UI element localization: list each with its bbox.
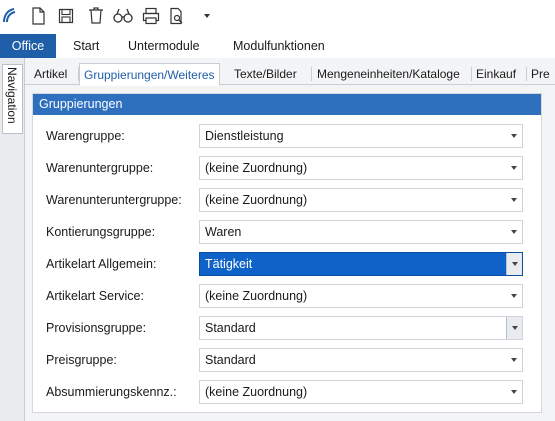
warenuntergruppe-value: (keine Zuordnung)	[205, 161, 308, 175]
tab-einkauf[interactable]: Einkauf	[472, 63, 520, 85]
kontierungsgruppe-value: Waren	[205, 225, 242, 239]
provisionsgruppe-value: Standard	[205, 321, 256, 335]
print-preview-icon[interactable]	[167, 6, 187, 26]
warenunteruntergruppe-select[interactable]: (keine Zuordnung)	[199, 188, 523, 212]
kontierungsgruppe-label: Kontierungsgruppe:	[46, 225, 156, 239]
warenunteruntergruppe-label: Warenunteruntergruppe:	[46, 193, 182, 207]
delete-icon[interactable]	[86, 6, 106, 26]
artikelart-allgemein-label: Artikelart Allgemein:	[46, 257, 157, 271]
tab-start[interactable]: Start	[67, 34, 105, 58]
warengruppe-label: Warengruppe:	[46, 129, 125, 143]
tab-modulfunktionen[interactable]: Modulfunktionen	[227, 34, 331, 58]
tab-divider	[311, 67, 312, 81]
chevron-down-icon[interactable]	[506, 221, 522, 243]
artikelart-service-value: (keine Zuordnung)	[205, 289, 308, 303]
navigation-sidebar: Navigation	[0, 58, 25, 421]
provisionsgruppe-label: Provisionsgruppe:	[46, 321, 147, 335]
preisgruppe-value: Standard	[205, 353, 256, 367]
ribbon-tabs: Office Start Untermodule Modulfunktionen	[0, 34, 555, 58]
tab-artikel[interactable]: Artikel	[30, 63, 71, 85]
preisgruppe-label: Preisgruppe:	[46, 353, 117, 367]
app-logo-icon[interactable]	[0, 6, 20, 26]
chevron-down-icon[interactable]	[506, 317, 522, 339]
absummierungskennz-label: Absummierungskennz.:	[46, 385, 177, 399]
artikelart-service-select[interactable]: (keine Zuordnung)	[199, 284, 523, 308]
tab-texte-bilder[interactable]: Texte/Bilder	[230, 63, 301, 85]
chevron-down-icon[interactable]	[506, 349, 522, 371]
absummierungskennz-value: (keine Zuordnung)	[205, 385, 308, 399]
content-tab-strip: Artikel Gruppierungen/Weiteres Texte/Bil…	[25, 63, 555, 86]
search-icon[interactable]	[113, 6, 133, 26]
artikelart-service-label: Artikelart Service:	[46, 289, 144, 303]
navigation-label: Navigation	[5, 67, 19, 124]
chevron-down-icon[interactable]	[506, 253, 522, 275]
quick-access-toolbar	[0, 0, 555, 34]
group-title: Gruppierungen	[33, 94, 541, 115]
new-document-icon[interactable]	[28, 6, 48, 26]
chevron-down-icon[interactable]	[506, 125, 522, 147]
gruppierungen-group: Gruppierungen Warengruppe: Dienstleistun…	[32, 93, 542, 413]
absummierungskennz-select[interactable]: (keine Zuordnung)	[199, 380, 523, 404]
warenuntergruppe-label: Warenuntergruppe:	[46, 161, 154, 175]
chevron-down-icon[interactable]	[506, 189, 522, 211]
warenuntergruppe-select[interactable]: (keine Zuordnung)	[199, 156, 523, 180]
chevron-down-icon[interactable]	[506, 381, 522, 403]
artikelart-allgemein-value: Tätigkeit	[205, 257, 253, 271]
preisgruppe-select[interactable]: Standard	[199, 348, 523, 372]
tab-pre[interactable]: Pre	[527, 63, 554, 85]
tab-mengeneinheiten-kataloge[interactable]: Mengeneinheiten/Kataloge	[313, 63, 464, 85]
warengruppe-select[interactable]: Dienstleistung	[199, 124, 523, 148]
chevron-down-icon[interactable]	[506, 285, 522, 307]
tab-gruppierungen-weiteres[interactable]: Gruppierungen/Weiteres	[79, 63, 220, 86]
tab-office[interactable]: Office	[0, 34, 56, 58]
warenunteruntergruppe-value: (keine Zuordnung)	[205, 193, 308, 207]
provisionsgruppe-select[interactable]: Standard	[199, 316, 523, 340]
chevron-down-icon[interactable]	[506, 157, 522, 179]
print-icon[interactable]	[141, 6, 161, 26]
customize-dropdown-icon[interactable]	[202, 6, 212, 26]
save-icon[interactable]	[56, 6, 76, 26]
article-detail-panel: Artikel Gruppierungen/Weiteres Texte/Bil…	[25, 58, 555, 421]
artikelart-allgemein-select[interactable]: Tätigkeit	[199, 252, 523, 276]
kontierungsgruppe-select[interactable]: Waren	[199, 220, 523, 244]
tab-untermodule[interactable]: Untermodule	[122, 34, 206, 58]
warengruppe-value: Dienstleistung	[205, 129, 284, 143]
